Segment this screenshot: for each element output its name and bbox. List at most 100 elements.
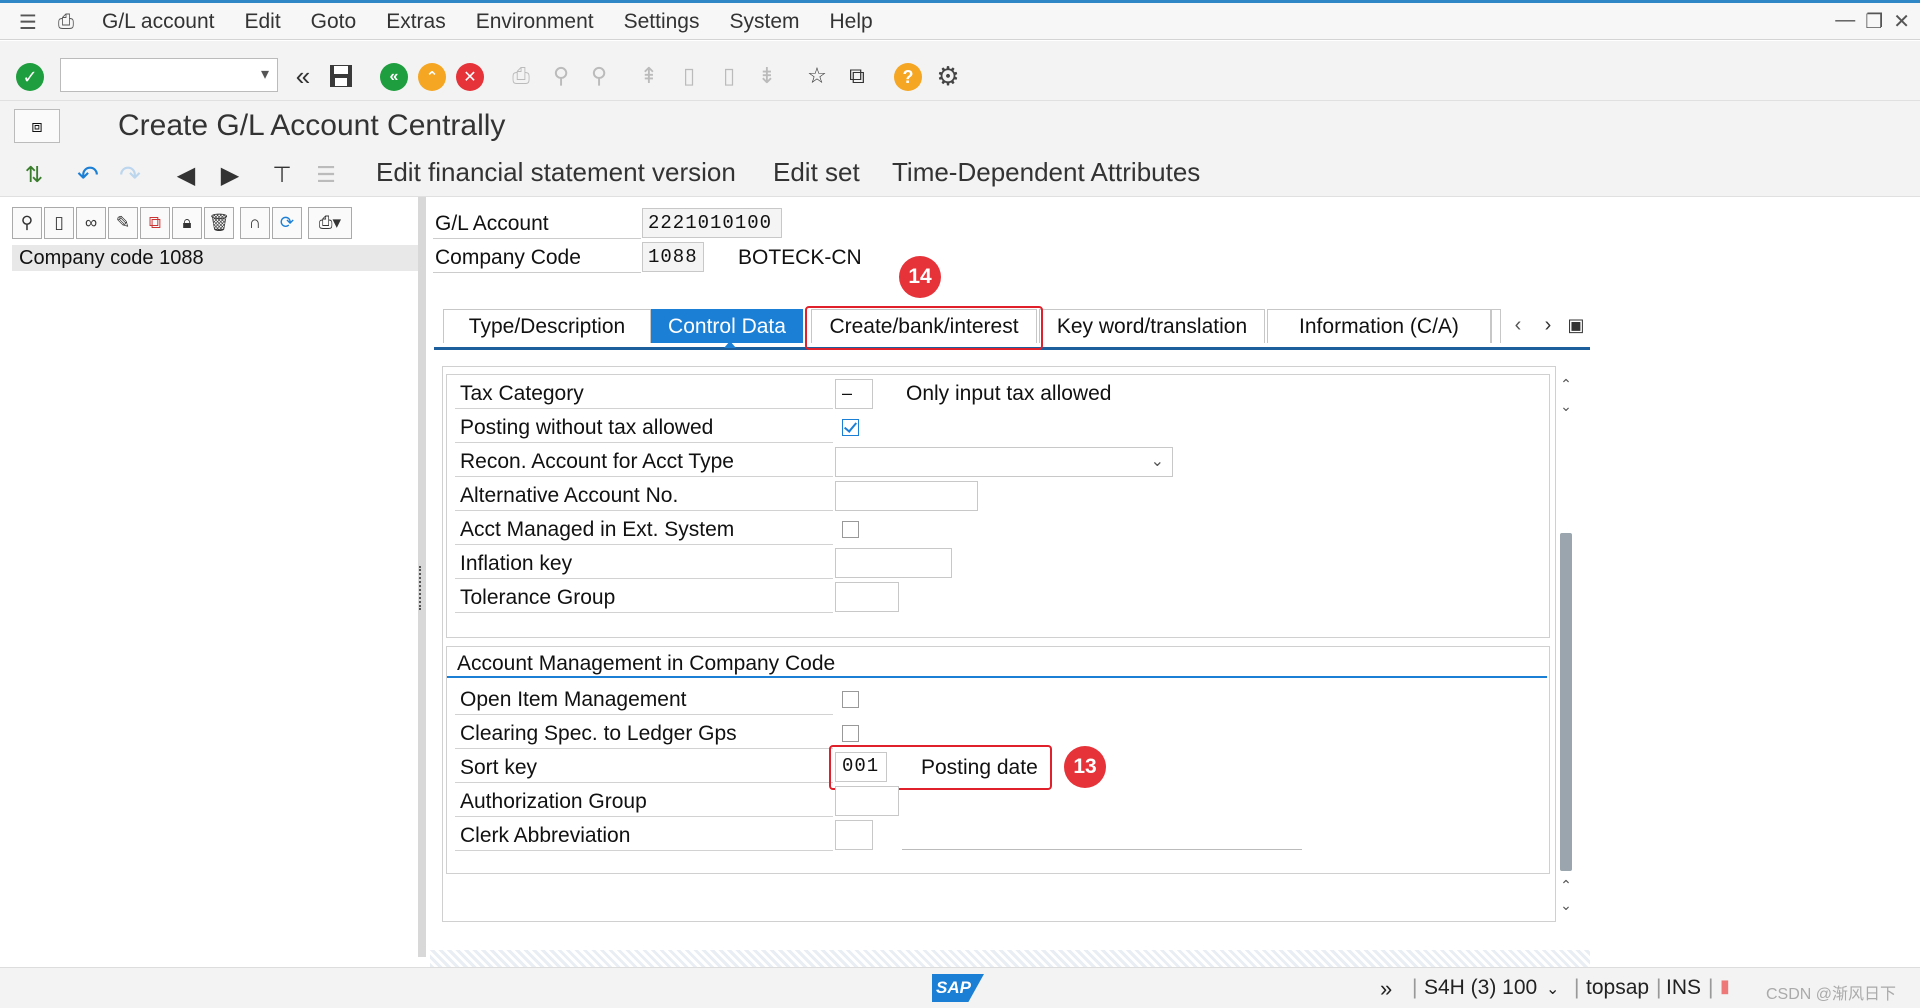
exit-icon[interactable]: ⌃	[418, 63, 446, 91]
first-page-icon[interactable]: ⇞	[634, 61, 664, 91]
menu-icon[interactable]: ☰	[8, 10, 48, 35]
inflation-key-label: Inflation key	[460, 552, 573, 575]
vertical-scrollbar[interactable]: ⌃ ⌄ ⌃ ⌄	[1556, 373, 1574, 913]
menu-environment[interactable]: Environment	[476, 10, 594, 34]
scroll-up-icon[interactable]: ⌃	[1558, 376, 1574, 392]
save-icon[interactable]	[326, 61, 356, 91]
previous-icon[interactable]: ◀	[170, 159, 202, 191]
system-info[interactable]: S4H (3) 100	[1424, 976, 1537, 1000]
customize-layout-icon[interactable]: ⚙	[932, 61, 964, 91]
dropdown-icon[interactable]: ▾	[261, 64, 269, 84]
lock-icon[interactable]: 🔒︎	[172, 207, 202, 239]
print-icon[interactable]: ⎙	[506, 61, 536, 91]
clearing-spec-underline	[455, 748, 833, 749]
menu-gl-account[interactable]: G/L account	[102, 10, 214, 34]
next-icon[interactable]: ▶	[214, 159, 246, 191]
gl-account-underline	[433, 238, 641, 239]
create-shortcut-icon[interactable]: ⧉	[842, 61, 872, 91]
find-next-icon[interactable]: ⚲	[584, 61, 614, 91]
input-mode[interactable]: INS	[1666, 976, 1701, 1000]
transaction-icon[interactable]: ⧈	[14, 109, 60, 143]
scroll-page-down-icon[interactable]: ⌄	[1558, 897, 1574, 913]
tab-key-word-translation[interactable]: Key word/translation	[1039, 309, 1265, 343]
edit-fs-version-button[interactable]: Edit financial statement version	[376, 157, 736, 188]
alternative-account-underline	[455, 510, 833, 511]
clearing-spec-checkbox[interactable]	[842, 725, 859, 742]
tax-category-field[interactable]: –	[835, 379, 873, 409]
posting-without-tax-checkbox[interactable]	[842, 419, 859, 436]
open-item-checkbox[interactable]	[842, 691, 859, 708]
edit-pencil-icon[interactable]: ✎	[108, 207, 138, 239]
tab-control-data[interactable]: Control Data	[651, 309, 803, 343]
undo-icon[interactable]: ↶	[72, 159, 104, 191]
tolerance-group-field[interactable]	[835, 582, 899, 612]
system-dropdown-icon[interactable]: ⌄	[1546, 979, 1559, 999]
restore-icon[interactable]: ❐	[1865, 9, 1883, 34]
menu-settings[interactable]: Settings	[624, 10, 700, 34]
tab-list-icon[interactable]: ▣	[1564, 312, 1588, 338]
splitter-grip[interactable]	[419, 566, 425, 610]
menu-extras[interactable]: Extras	[386, 10, 446, 34]
double-left-icon[interactable]: «	[288, 61, 318, 91]
authorization-group-field[interactable]	[835, 786, 899, 816]
tab-overflow[interactable]	[1491, 309, 1501, 343]
menu-help[interactable]: Help	[830, 10, 873, 34]
tree-item-company-code[interactable]: Company code 1088	[12, 245, 418, 271]
create-session-icon[interactable]: ☆	[802, 61, 832, 91]
tab-scroll-left-icon[interactable]: ‹	[1508, 312, 1528, 338]
minimize-icon[interactable]: —	[1835, 9, 1855, 34]
tax-category-label: Tax Category	[460, 382, 584, 405]
alternative-account-field[interactable]	[835, 481, 978, 511]
print-menu-icon[interactable]: ⎙▾	[308, 207, 352, 239]
find-icon[interactable]: ⚲	[546, 61, 576, 91]
annotation-badge-14: 14	[899, 256, 941, 298]
inflation-key-field[interactable]	[835, 548, 952, 578]
clerk-abbreviation-field[interactable]	[835, 820, 873, 850]
recon-account-select[interactable]: ⌄	[835, 447, 1173, 477]
inflation-key-underline	[455, 578, 833, 579]
back-icon[interactable]: «	[380, 63, 408, 91]
recon-account-dropdown-icon[interactable]: ⌄	[1151, 451, 1164, 471]
search-icon[interactable]: ⚲	[12, 207, 42, 239]
redo-icon[interactable]: ↷	[114, 159, 146, 191]
application-toolbar: ⇅ ↶ ↷ ◀ ▶ ⊤ ☰ Edit financial statement v…	[0, 153, 1920, 197]
menu-edit[interactable]: Edit	[244, 10, 280, 34]
status-expand-icon[interactable]: »	[1380, 976, 1392, 1002]
tax-category-description: Only input tax allowed	[906, 382, 1112, 405]
where-used-icon[interactable]: ⊤	[266, 159, 298, 191]
close-window-icon[interactable]: ✕	[1893, 9, 1910, 34]
ext-system-checkbox[interactable]	[842, 521, 859, 538]
last-page-icon[interactable]: ⇟	[752, 61, 782, 91]
tab-information-ca[interactable]: Information (C/A)	[1267, 309, 1491, 343]
cancel-icon[interactable]: ✕	[456, 63, 484, 91]
delete-icon[interactable]: 🗑︎	[204, 207, 234, 239]
display-icon[interactable]: ∞	[76, 207, 106, 239]
enter-icon[interactable]: ✓	[16, 63, 44, 91]
menu-goto[interactable]: Goto	[311, 10, 357, 34]
tab-scroll-right-icon[interactable]: ›	[1538, 312, 1558, 338]
edit-set-button[interactable]: Edit set	[773, 157, 860, 188]
command-field[interactable]: ▾	[60, 58, 278, 92]
display-change-icon[interactable]: ⇅	[18, 159, 50, 191]
previous-page-icon[interactable]: ▯	[674, 61, 704, 91]
tab-type-description[interactable]: Type/Description	[443, 309, 651, 343]
sort-key-underline	[455, 782, 833, 783]
scroll-down-small-icon[interactable]: ⌄	[1558, 398, 1574, 414]
next-page-icon[interactable]: ▯	[714, 61, 744, 91]
highlight-sort-key	[829, 745, 1052, 790]
copy-icon[interactable]: ⧉	[140, 207, 170, 239]
help-icon[interactable]: ?	[894, 63, 922, 91]
refresh-icon[interactable]: ⟳	[272, 207, 302, 239]
time-dependent-attributes-button[interactable]: Time-Dependent Attributes	[892, 157, 1200, 188]
recon-account-label: Recon. Account for Acct Type	[460, 450, 734, 473]
clerk-name-line	[902, 849, 1302, 850]
document-icon[interactable]: ☰	[310, 159, 342, 191]
scrollbar-thumb[interactable]	[1560, 533, 1572, 871]
new-document-icon[interactable]: ▯	[44, 207, 74, 239]
scroll-page-up-icon[interactable]: ⌃	[1558, 877, 1574, 893]
recon-account-underline	[455, 476, 833, 477]
ext-system-label: Acct Managed in Ext. System	[460, 518, 735, 541]
headset-icon[interactable]: ∩	[240, 207, 270, 239]
sap-menu-icon[interactable]: ⎙	[48, 11, 84, 34]
menu-system[interactable]: System	[729, 10, 799, 34]
